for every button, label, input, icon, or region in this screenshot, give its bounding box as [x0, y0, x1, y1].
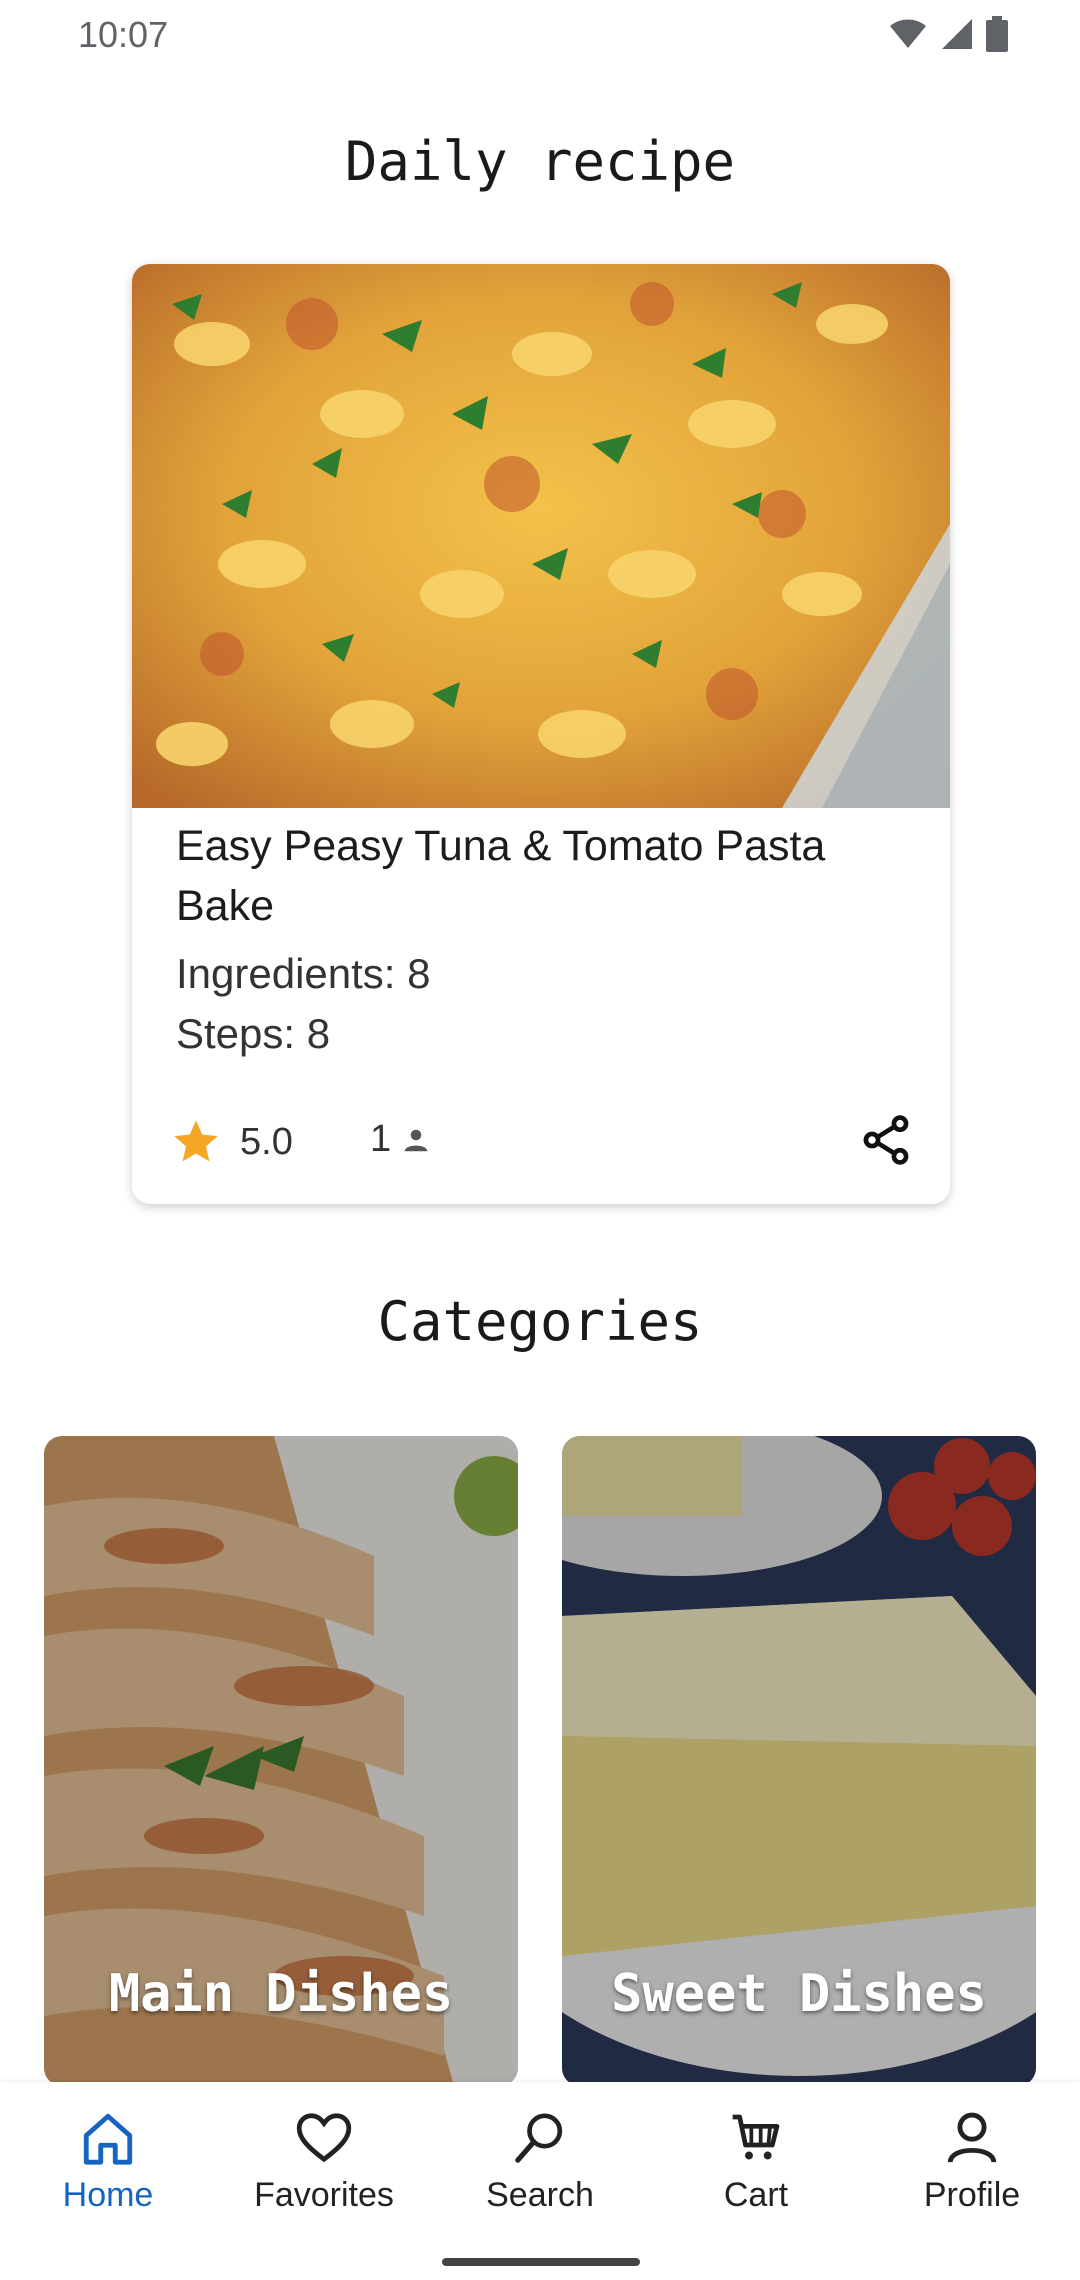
star-icon — [174, 1120, 218, 1162]
status-bar: 10:07 — [0, 0, 1080, 70]
nav-label-favorites: Favorites — [254, 2176, 394, 2214]
search-icon — [515, 2113, 563, 2163]
categories-title: Categories — [377, 1290, 703, 1353]
wifi-icon — [890, 19, 926, 48]
nav-favorites[interactable]: Favorites — [224, 2108, 424, 2228]
cart-icon — [732, 2114, 780, 2160]
status-time: 10:07 — [78, 14, 169, 55]
daily-recipe-card[interactable]: Easy Peasy Tuna & Tomato Pasta Bake Ingr… — [132, 264, 950, 1204]
nav-cart[interactable]: Cart — [656, 2108, 856, 2228]
reviews-count: 1 — [370, 1118, 431, 1161]
home-indicator[interactable] — [442, 2258, 640, 2266]
share-icon — [863, 1115, 909, 1165]
battery-icon — [986, 16, 1008, 52]
person-icon — [947, 2112, 997, 2163]
nav-profile[interactable]: Profile — [872, 2108, 1072, 2228]
category-tile-main-dishes[interactable]: Main Dishes — [44, 1436, 518, 2086]
category-label-main-dishes: Main Dishes — [108, 1964, 454, 2024]
heart-icon — [296, 2113, 352, 2163]
recipe-name: Easy Peasy Tuna & Tomato Pasta Bake — [176, 822, 826, 930]
recipe-details: Easy Peasy Tuna & Tomato Pasta Bake Ingr… — [176, 816, 916, 1064]
nav-search[interactable]: Search — [440, 2108, 640, 2228]
nav-label-profile: Profile — [923, 2176, 1021, 2214]
share-button[interactable] — [850, 1104, 922, 1176]
nav-label-home: Home — [62, 2176, 154, 2214]
nav-home[interactable]: Home — [8, 2108, 208, 2228]
home-icon — [83, 2113, 133, 2165]
daily-recipe-title: Daily recipe — [344, 130, 736, 193]
recipe-rating: 5.0 — [170, 1116, 293, 1168]
recipe-ingredients-count: Ingredients: 8 — [176, 950, 431, 997]
reviews-count-value: 1 — [370, 1118, 392, 1160]
bottom-navigation: Home Favorites Search Cart Profile — [0, 2082, 1080, 2280]
category-label-sweet-dishes: Sweet Dishes — [611, 1964, 987, 2024]
nav-label-search: Search — [486, 2176, 594, 2214]
category-tile-sweet-dishes[interactable]: Sweet Dishes — [562, 1436, 1036, 2086]
recipe-steps-count: Steps: 8 — [176, 1010, 331, 1057]
recipe-image[interactable] — [132, 264, 950, 808]
recipe-footer: 5.0 1 — [170, 1104, 930, 1184]
person-icon — [404, 1129, 428, 1151]
cellular-icon — [942, 19, 972, 49]
rating-value: 5.0 — [240, 1120, 293, 1163]
nav-label-cart: Cart — [723, 2176, 789, 2214]
status-icons — [888, 16, 1008, 52]
